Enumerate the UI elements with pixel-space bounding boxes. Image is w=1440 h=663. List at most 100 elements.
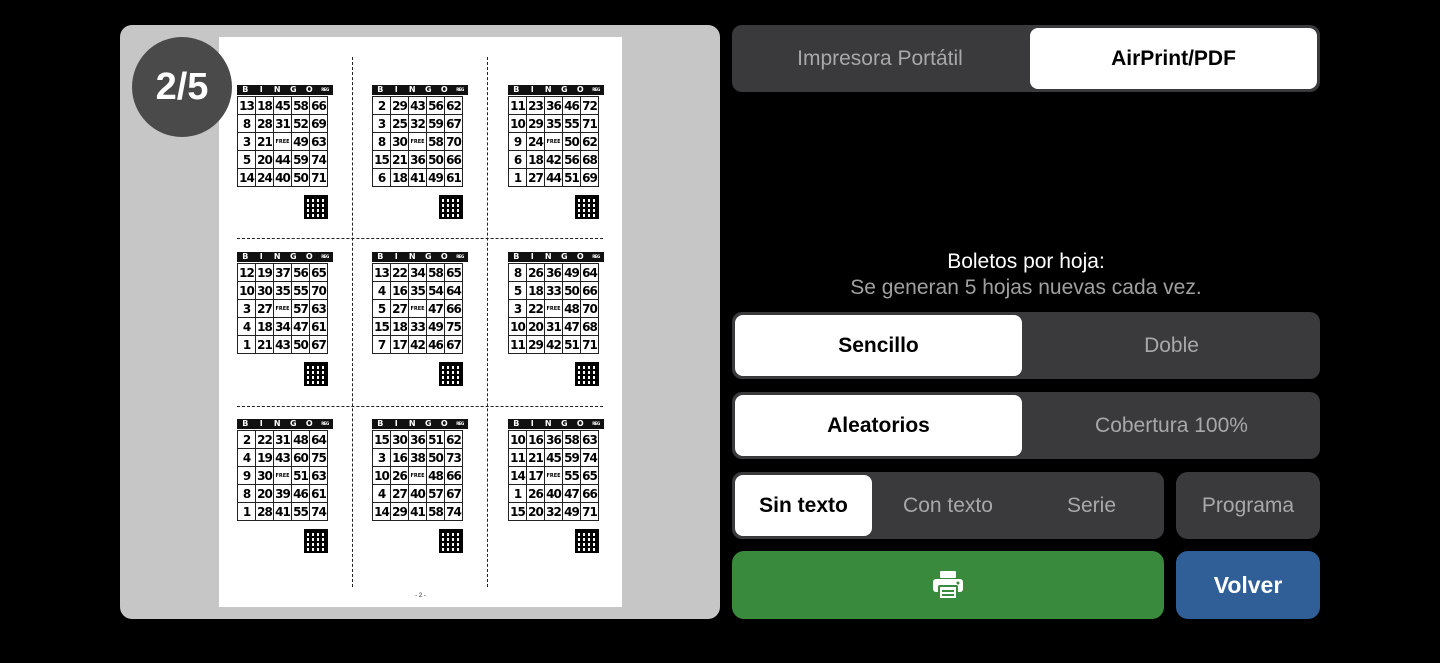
back-button[interactable]: Volver: [1176, 551, 1320, 619]
bingo-cell: FREE: [544, 132, 563, 151]
bingo-letter: G: [289, 252, 297, 261]
bingo-cell: 10: [508, 114, 527, 133]
bingo-cell: 35: [544, 114, 563, 133]
bingo-letter: N: [408, 252, 416, 261]
bingo-header: B I N G O REG: [508, 85, 604, 95]
bingo-header: B I N G O REG: [237, 252, 333, 262]
bingo-cell: 18: [255, 317, 274, 336]
bingo-cell: 63: [309, 466, 328, 485]
qr-code-icon: [439, 362, 463, 386]
number-option-full-coverage[interactable]: Cobertura 100%: [1026, 395, 1317, 456]
bingo-letter: I: [530, 85, 534, 94]
bingo-letter: G: [289, 85, 297, 94]
bingo-cell: 69: [580, 168, 599, 187]
number-option-random[interactable]: Aleatorios: [735, 395, 1022, 456]
printer-mode-selector: Impresora Portátil AirPrint/PDF: [732, 25, 1320, 92]
bingo-cell: 9: [237, 466, 256, 485]
program-button[interactable]: Programa: [1176, 472, 1320, 539]
bingo-cell: 11: [508, 335, 527, 354]
bingo-cell: 19: [255, 448, 274, 467]
bingo-header: B I N G O REG: [508, 419, 604, 429]
printer-option-portable[interactable]: Impresora Portátil: [735, 28, 1025, 89]
bingo-cell: 58: [426, 502, 445, 521]
bingo-cell: 67: [444, 114, 463, 133]
bingo-cell: 71: [580, 114, 599, 133]
bingo-cell: 43: [408, 96, 427, 115]
bingo-cell: 15: [372, 150, 391, 169]
bingo-cell: 36: [408, 150, 427, 169]
bingo-cell: 50: [562, 281, 581, 300]
bingo-cell: 29: [390, 96, 409, 115]
bingo-header: B I N G O REG: [372, 252, 468, 262]
bingo-tag: REG: [456, 254, 464, 259]
bingo-cell: 61: [444, 168, 463, 187]
bingo-cell: 6: [508, 150, 527, 169]
bingo-cell: 16: [390, 281, 409, 300]
bingo-cell: 19: [255, 263, 274, 282]
bingo-cell: 66: [580, 281, 599, 300]
bingo-cell: 27: [390, 299, 409, 318]
bingo-grid: 2 29 43 56 62 3 25 32 59 67 8 30 FREE 58 70 15 21 36 50 66 6…: [372, 96, 463, 187]
size-option-single[interactable]: Sencillo: [735, 315, 1022, 376]
bingo-letter: B: [377, 252, 383, 261]
bingo-cell: 24: [526, 132, 545, 151]
bingo-letter: B: [513, 85, 519, 94]
bingo-ticket: B I N G O REG 15 30 36 51 62 3 16 38 50 73 10 26 FREE 48 66 4…: [372, 419, 468, 521]
bingo-letter: N: [273, 419, 281, 428]
bingo-letter: I: [530, 252, 534, 261]
size-option-double[interactable]: Doble: [1026, 315, 1317, 376]
bingo-cell: 43: [273, 448, 292, 467]
bingo-cell: 6: [372, 168, 391, 187]
text-option-series[interactable]: Serie: [1022, 475, 1161, 536]
bingo-cell: 3: [508, 299, 527, 318]
text-option-none[interactable]: Sin texto: [735, 475, 872, 536]
bingo-cell: 30: [255, 466, 274, 485]
bingo-cell: 22: [255, 430, 274, 449]
bingo-grid: 11 23 36 46 72 10 29 35 55 71 9 24 FREE 50 62 6 18 42 56 68…: [508, 96, 599, 187]
bingo-letter: I: [394, 252, 398, 261]
bingo-cell: 30: [390, 430, 409, 449]
bingo-cell: 3: [237, 299, 256, 318]
bingo-cell: 45: [273, 96, 292, 115]
text-option-with-text[interactable]: Con texto: [878, 475, 1018, 536]
bingo-cell: 51: [562, 335, 581, 354]
bingo-cell: 28: [255, 114, 274, 133]
bingo-letter: I: [394, 85, 398, 94]
bingo-cell: 58: [426, 263, 445, 282]
bingo-grid: 12 19 37 56 65 10 30 35 55 70 3 27 FREE 57 63 4 18 34 47 61…: [237, 263, 328, 354]
print-button[interactable]: [732, 551, 1164, 619]
bingo-cell: 15: [372, 317, 391, 336]
bingo-cell: 75: [444, 317, 463, 336]
bingo-cell: 10: [237, 281, 256, 300]
bingo-cell: 4: [237, 448, 256, 467]
bingo-cell: 39: [273, 484, 292, 503]
bingo-cell: 33: [408, 317, 427, 336]
bingo-cell: 36: [408, 430, 427, 449]
bingo-cell: 48: [562, 299, 581, 318]
bingo-cell: 68: [580, 317, 599, 336]
bingo-cell: 21: [390, 150, 409, 169]
bingo-cell: 40: [273, 168, 292, 187]
printer-option-airprint[interactable]: AirPrint/PDF: [1030, 28, 1317, 89]
bingo-cell: 46: [291, 484, 310, 503]
bingo-grid: 13 22 34 58 65 4 16 35 54 64 5 27 FREE 47 66 15 18 33 49 75…: [372, 263, 463, 354]
bingo-cell: 58: [291, 96, 310, 115]
bingo-cell: 23: [526, 96, 545, 115]
bingo-letter: G: [560, 85, 568, 94]
bingo-cell: 58: [426, 132, 445, 151]
bingo-tag: REG: [321, 87, 329, 92]
bingo-cell: 59: [426, 114, 445, 133]
bingo-cell: 65: [444, 263, 463, 282]
bingo-cell: 4: [237, 317, 256, 336]
bingo-cell: 16: [390, 448, 409, 467]
bingo-cell: 34: [273, 317, 292, 336]
cut-line: [487, 57, 488, 587]
bingo-ticket: B I N G O REG 8 26 36 49 64 5 18 33 50 66 3 22 FREE 48 70 10 2…: [508, 252, 604, 354]
bingo-cell: 57: [291, 299, 310, 318]
bingo-cell: 54: [426, 281, 445, 300]
bingo-ticket: B I N G O REG 11 23 36 46 72 10 29 35 55 71 9 24 FREE 50 62 6…: [508, 85, 604, 187]
bingo-cell: 20: [255, 150, 274, 169]
bingo-cell: 35: [273, 281, 292, 300]
bingo-letter: G: [560, 419, 568, 428]
bingo-cell: 47: [562, 317, 581, 336]
